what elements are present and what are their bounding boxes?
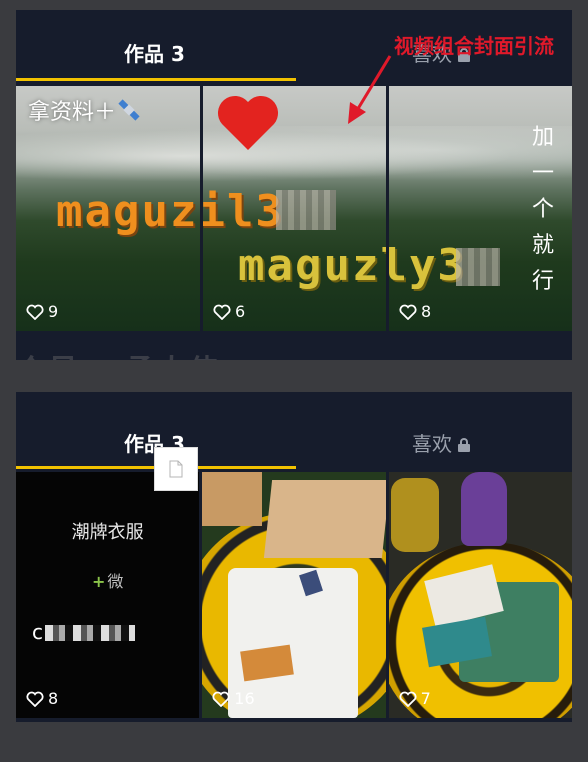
cell-caption-line-2: + 微 xyxy=(16,568,199,592)
heart-outline-icon xyxy=(26,304,44,320)
heart-outline-icon xyxy=(399,691,417,707)
file-icon xyxy=(169,460,183,478)
plus-icon: + xyxy=(91,572,106,591)
photo-box-lid xyxy=(202,472,263,526)
like-count: 16 xyxy=(212,689,255,708)
like-count: 7 xyxy=(399,689,431,708)
watermark-text: 众号： 孟大伟 xyxy=(16,346,220,360)
video-cell-1[interactable]: 拿资料＋ 9 xyxy=(16,86,200,331)
heart-outline-icon xyxy=(213,304,231,320)
red-arrow-icon xyxy=(348,55,392,124)
heart-outline-icon xyxy=(212,691,230,707)
photo-figure-purple xyxy=(460,472,507,546)
heart-outline-icon xyxy=(26,691,44,707)
cell-caption-line-1: 潮牌衣服 xyxy=(71,522,144,543)
profile-panel-bottom: 作品 3 喜欢 潮牌衣服 + 微 c 8 16 7 xyxy=(16,392,572,722)
like-count-value: 7 xyxy=(420,689,431,708)
like-count: 6 xyxy=(213,302,245,321)
tab-works[interactable]: 作品 3 xyxy=(124,38,185,67)
heart-outline-icon xyxy=(399,304,417,320)
caption-text: c xyxy=(32,620,45,644)
caption-text: 微 xyxy=(107,572,124,591)
red-heart-icon xyxy=(217,95,279,150)
tab-likes[interactable]: 喜欢 xyxy=(412,428,470,457)
like-count-value: 6 xyxy=(235,302,246,321)
like-count-value: 16 xyxy=(234,689,255,708)
video-grid: 潮牌衣服 + 微 c 8 16 7 xyxy=(16,472,572,718)
video-cell-1[interactable]: 潮牌衣服 + 微 c 8 xyxy=(16,472,200,718)
profile-panel-top: 作品 3 喜欢 maguzil3 maguzly3 拿资料＋ 9 6 8 加 一… xyxy=(16,10,572,360)
photo-box xyxy=(264,480,386,558)
cell-overlay-text: 拿资料＋ xyxy=(28,94,142,126)
lock-icon xyxy=(458,438,470,452)
like-count: 8 xyxy=(26,689,58,708)
tab-underline xyxy=(16,78,296,81)
mosaic-blur xyxy=(45,625,135,641)
like-count-value: 8 xyxy=(421,302,432,321)
annotation-label: 视频组合封面引流 xyxy=(394,34,554,58)
photo-figure-gold xyxy=(390,478,439,552)
like-count-value: 9 xyxy=(48,302,59,321)
vertical-caption: 加一个就行 xyxy=(531,125,554,294)
tab-likes-label: 喜欢 xyxy=(412,432,452,456)
cell-caption-line-3: c xyxy=(32,620,199,644)
like-count: 9 xyxy=(26,302,58,321)
video-cell-2[interactable]: 16 xyxy=(202,472,386,718)
video-cell-3[interactable]: 7 xyxy=(388,472,572,718)
tab-bar: 作品 3 喜欢 xyxy=(16,392,572,464)
like-count-value: 8 xyxy=(48,689,59,708)
overlay-text: 拿资料＋ xyxy=(28,100,117,125)
like-count: 8 xyxy=(399,302,431,321)
broken-image-placeholder xyxy=(154,447,198,491)
satellite-icon xyxy=(118,99,140,121)
